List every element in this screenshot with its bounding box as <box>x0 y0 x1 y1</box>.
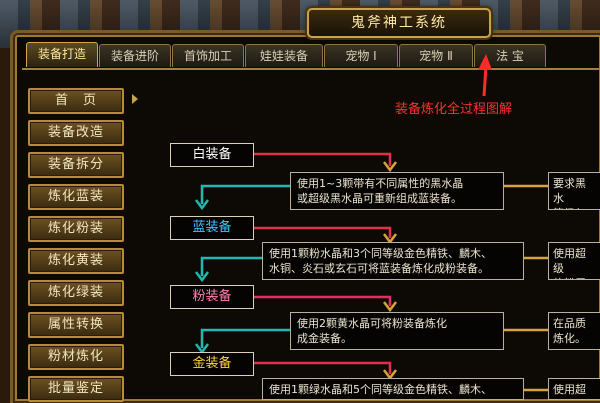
note-green-crystal: 使用1颗绿水晶和5个同等级金色精铁、麟木、 <box>262 378 524 400</box>
connector-red-3 <box>252 295 392 306</box>
connector-red-1 <box>252 152 392 166</box>
stage-blue-equipment: 蓝装备 <box>170 216 254 240</box>
connector-red-4 <box>252 361 392 374</box>
right-note-1: 要求黑水 等级与蓝 <box>548 172 600 210</box>
connector-teal-2 <box>200 256 262 276</box>
right-note-3: 在品质 炼化。 <box>548 312 600 350</box>
right-note-4: 使用超 <box>548 378 600 400</box>
note-pink-crystal: 使用1颗粉水晶和3个同等级金色精铁、麟木、 水铜、炎石或玄石可将蓝装备炼化成粉装… <box>262 242 524 280</box>
stage-gold-equipment: 金装备 <box>170 352 254 376</box>
note-yellow-crystal: 使用2颗黄水晶可将粉装备炼化 成金装备。 <box>290 312 504 350</box>
connector-teal-3 <box>200 328 290 348</box>
stage-pink-equipment: 粉装备 <box>170 285 254 309</box>
stage-white-equipment: 白装备 <box>170 143 254 167</box>
connector-red-2 <box>252 226 392 238</box>
right-note-2: 使用超级 的粉属性 <box>548 242 600 280</box>
connector-teal-1 <box>200 184 290 204</box>
note-black-crystal: 使用1~3颗带有不同属性的黑水晶 或超级黑水晶可重新组成蓝装备。 <box>290 172 504 210</box>
